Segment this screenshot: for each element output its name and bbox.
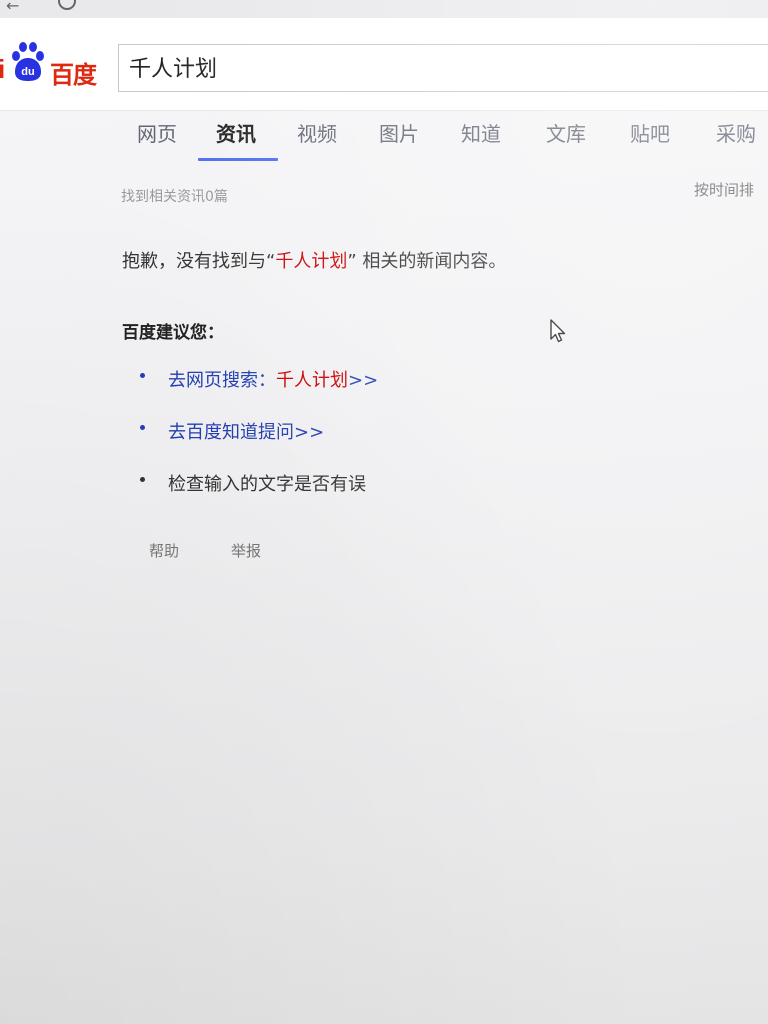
mouse-cursor-icon: [550, 319, 566, 343]
browser-toolbar: ←: [0, 0, 768, 19]
suggestion-link-suffix: >>: [348, 370, 379, 391]
ask-zhidao-link[interactable]: 去百度知道提问>>: [168, 418, 324, 444]
paw-text: du: [21, 66, 34, 78]
tab-zhidao[interactable]: 知道: [461, 118, 501, 147]
bullet-icon: [140, 477, 145, 482]
tab-procurement[interactable]: 采购: [716, 118, 756, 147]
baidu-paw-logo-icon: du: [12, 42, 44, 81]
tab-webpage[interactable]: 网页: [137, 118, 177, 147]
search-header: i du 百度: [0, 18, 768, 111]
arrow-left-icon[interactable]: ←: [6, 0, 19, 15]
tab-video[interactable]: 视频: [297, 118, 337, 147]
check-input-tip: 检查输入的文字是否有误: [168, 474, 366, 495]
logo-text: 百度: [50, 61, 97, 89]
search-box[interactable]: [118, 44, 768, 92]
no-result-message: 抱歉，没有找到与“千人计划” 相关的新闻内容。: [122, 247, 506, 273]
search-webpage-link[interactable]: 去网页搜索：千人计划>>: [168, 366, 378, 392]
logo-letter: i: [0, 54, 6, 84]
bullet-icon: [140, 425, 145, 430]
suggestion-link-prefix: 去网页搜索：: [168, 370, 276, 391]
suggestion-keyword: 千人计划: [276, 370, 348, 391]
search-input[interactable]: [129, 54, 729, 79]
tab-tieba[interactable]: 贴吧: [630, 118, 670, 147]
search-tabs: 网页 资讯 视频 图片 知道 文库 贴吧 采购: [0, 110, 768, 166]
no-result-prefix: 抱歉，没有找到与“: [122, 251, 276, 272]
active-tab-indicator: [198, 158, 278, 161]
no-result-keyword: 千人计划: [275, 251, 348, 272]
tab-wenku[interactable]: 文库: [546, 118, 586, 147]
reload-icon[interactable]: [58, 0, 76, 10]
baidu-logo[interactable]: i du 百度: [0, 42, 110, 89]
help-link[interactable]: 帮助: [149, 540, 179, 561]
bullet-icon: [140, 373, 145, 378]
sort-by-time-button[interactable]: 按时间排: [694, 179, 754, 200]
suggestions-title: 百度建议您：: [122, 323, 224, 343]
result-count: 找到相关资讯0篇: [121, 189, 228, 205]
tab-news[interactable]: 资讯: [216, 118, 256, 147]
report-link[interactable]: 举报: [231, 540, 261, 561]
tab-images[interactable]: 图片: [379, 118, 419, 147]
no-result-suffix: ” 相关的新闻内容。: [347, 251, 507, 272]
